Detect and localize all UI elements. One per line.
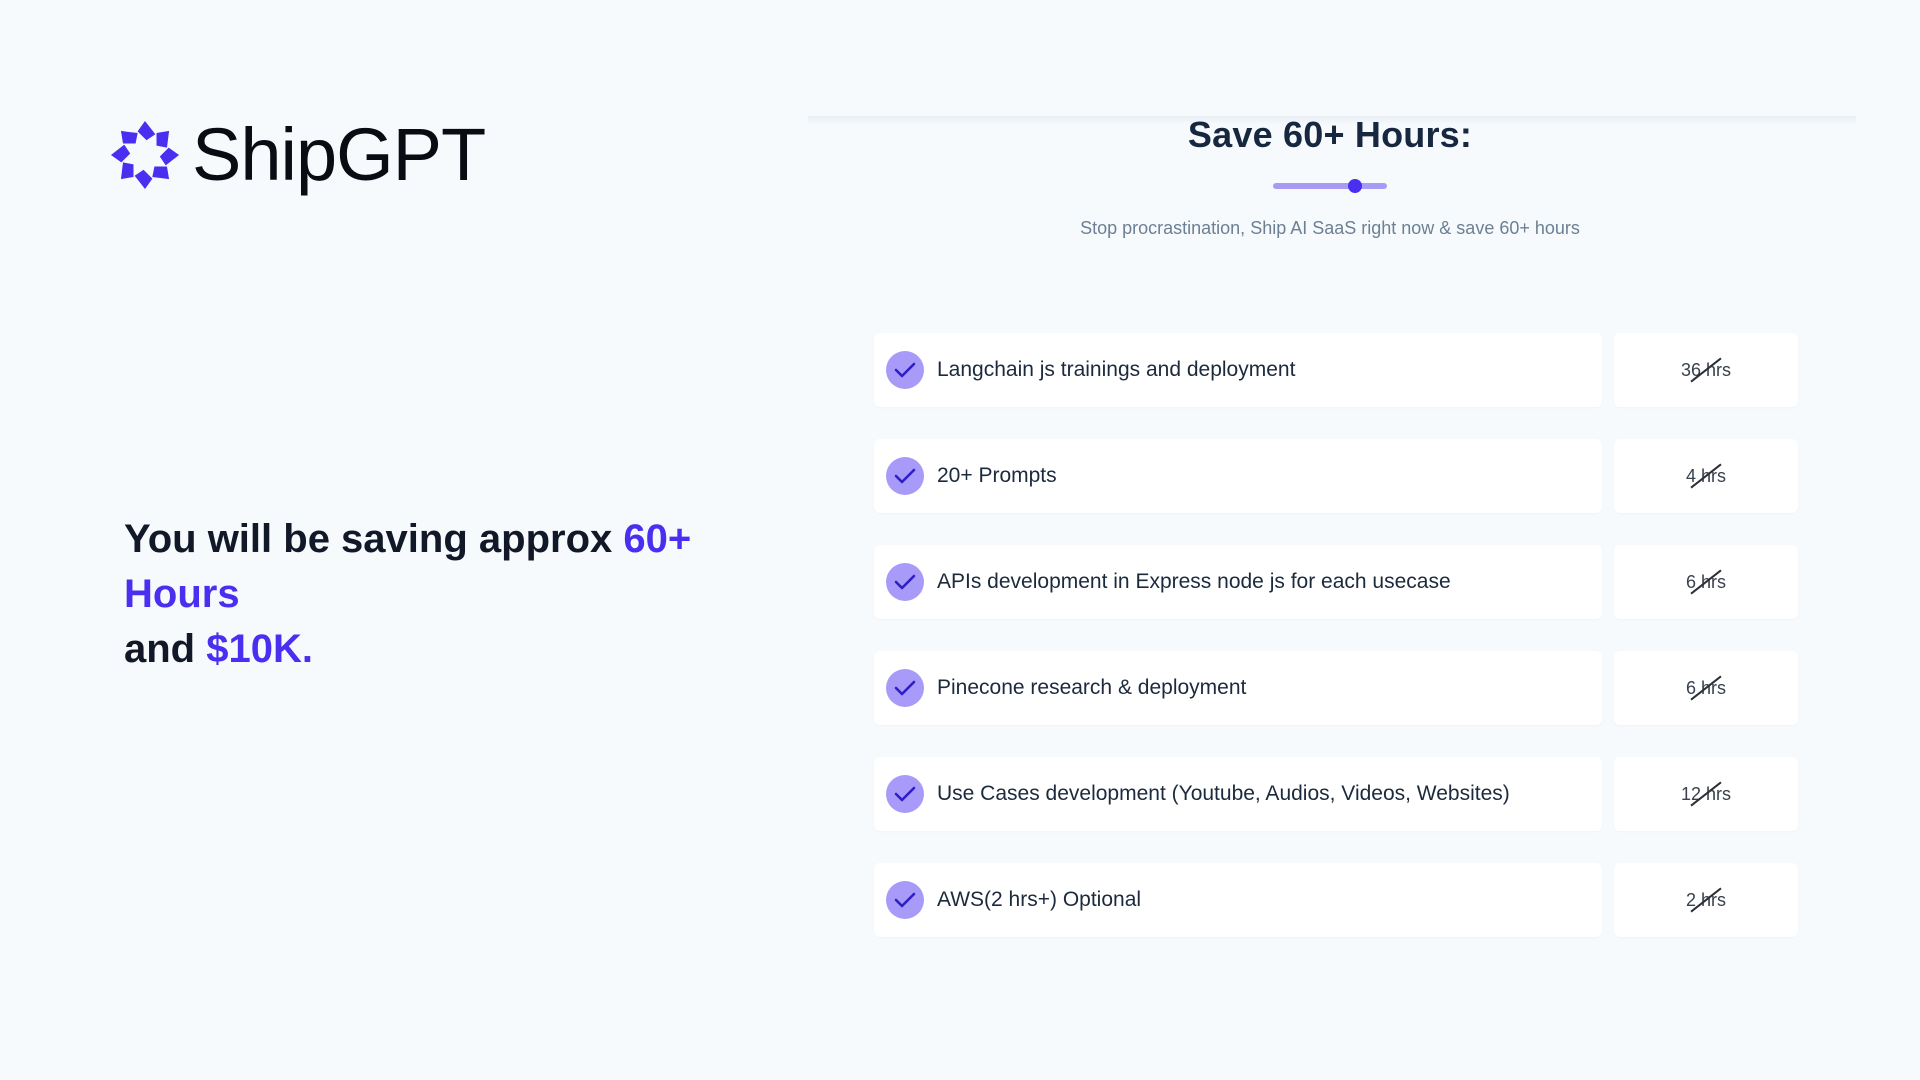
feature-label: Use Cases development (Youtube, Audios, … xyxy=(937,782,1510,805)
panel-title: Save 60+ Hours: xyxy=(1187,114,1473,155)
feature-label: Langchain js trainings and deployment xyxy=(937,358,1296,381)
headline-middle: and xyxy=(124,627,207,671)
feature-hours-card: 4 hrs xyxy=(1614,439,1798,513)
title-underline-dot xyxy=(1348,179,1362,193)
brand-logo[interactable]: ShipGPT xyxy=(108,113,486,196)
check-icon xyxy=(886,775,924,813)
feature-row: APIs development in Express node js for … xyxy=(874,545,1798,619)
feature-hours-card: 36 hrs xyxy=(1614,333,1798,407)
check-icon xyxy=(886,669,924,707)
check-icon xyxy=(886,881,924,919)
feature-label: APIs development in Express node js for … xyxy=(937,570,1451,593)
feature-hours-card: 6 hrs xyxy=(1614,651,1798,725)
feature-list: Langchain js trainings and deployment 36… xyxy=(874,333,1798,937)
feature-card: APIs development in Express node js for … xyxy=(874,545,1602,619)
feature-card: Langchain js trainings and deployment xyxy=(874,333,1602,407)
feature-card: Use Cases development (Youtube, Audios, … xyxy=(874,757,1602,831)
feature-label: Pinecone research & deployment xyxy=(937,676,1247,699)
feature-row: AWS(2 hrs+) Optional 2 hrs xyxy=(874,863,1798,937)
feature-card: Pinecone research & deployment xyxy=(874,651,1602,725)
feature-card: AWS(2 hrs+) Optional xyxy=(874,863,1602,937)
panel-subtitle: Stop procrastination, Ship AI SaaS right… xyxy=(1080,218,1580,238)
check-icon xyxy=(886,563,924,601)
brand-name: ShipGPT xyxy=(192,113,486,196)
feature-label: 20+ Prompts xyxy=(937,464,1057,487)
page: ShipGPT You will be saving approx 60+ Ho… xyxy=(0,0,1920,1080)
savings-headline: You will be saving approx 60+ Hours and … xyxy=(124,512,814,677)
feature-row: Use Cases development (Youtube, Audios, … xyxy=(874,757,1798,831)
feature-label: AWS(2 hrs+) Optional xyxy=(937,888,1142,911)
feature-card: 20+ Prompts xyxy=(874,439,1602,513)
feature-hours-card: 2 hrs xyxy=(1614,863,1798,937)
title-underline-bar xyxy=(1273,183,1387,189)
shipgpt-logo-icon xyxy=(110,120,180,190)
feature-hours-card: 12 hrs xyxy=(1614,757,1798,831)
headline-money: $10K. xyxy=(206,627,313,671)
headline-prefix: You will be saving approx xyxy=(124,517,624,561)
feature-row: Langchain js trainings and deployment 36… xyxy=(874,333,1798,407)
check-icon xyxy=(886,457,924,495)
feature-row: 20+ Prompts 4 hrs xyxy=(874,439,1798,513)
check-icon xyxy=(886,351,924,389)
feature-row: Pinecone research & deployment 6 hrs xyxy=(874,651,1798,725)
feature-hours-card: 6 hrs xyxy=(1614,545,1798,619)
